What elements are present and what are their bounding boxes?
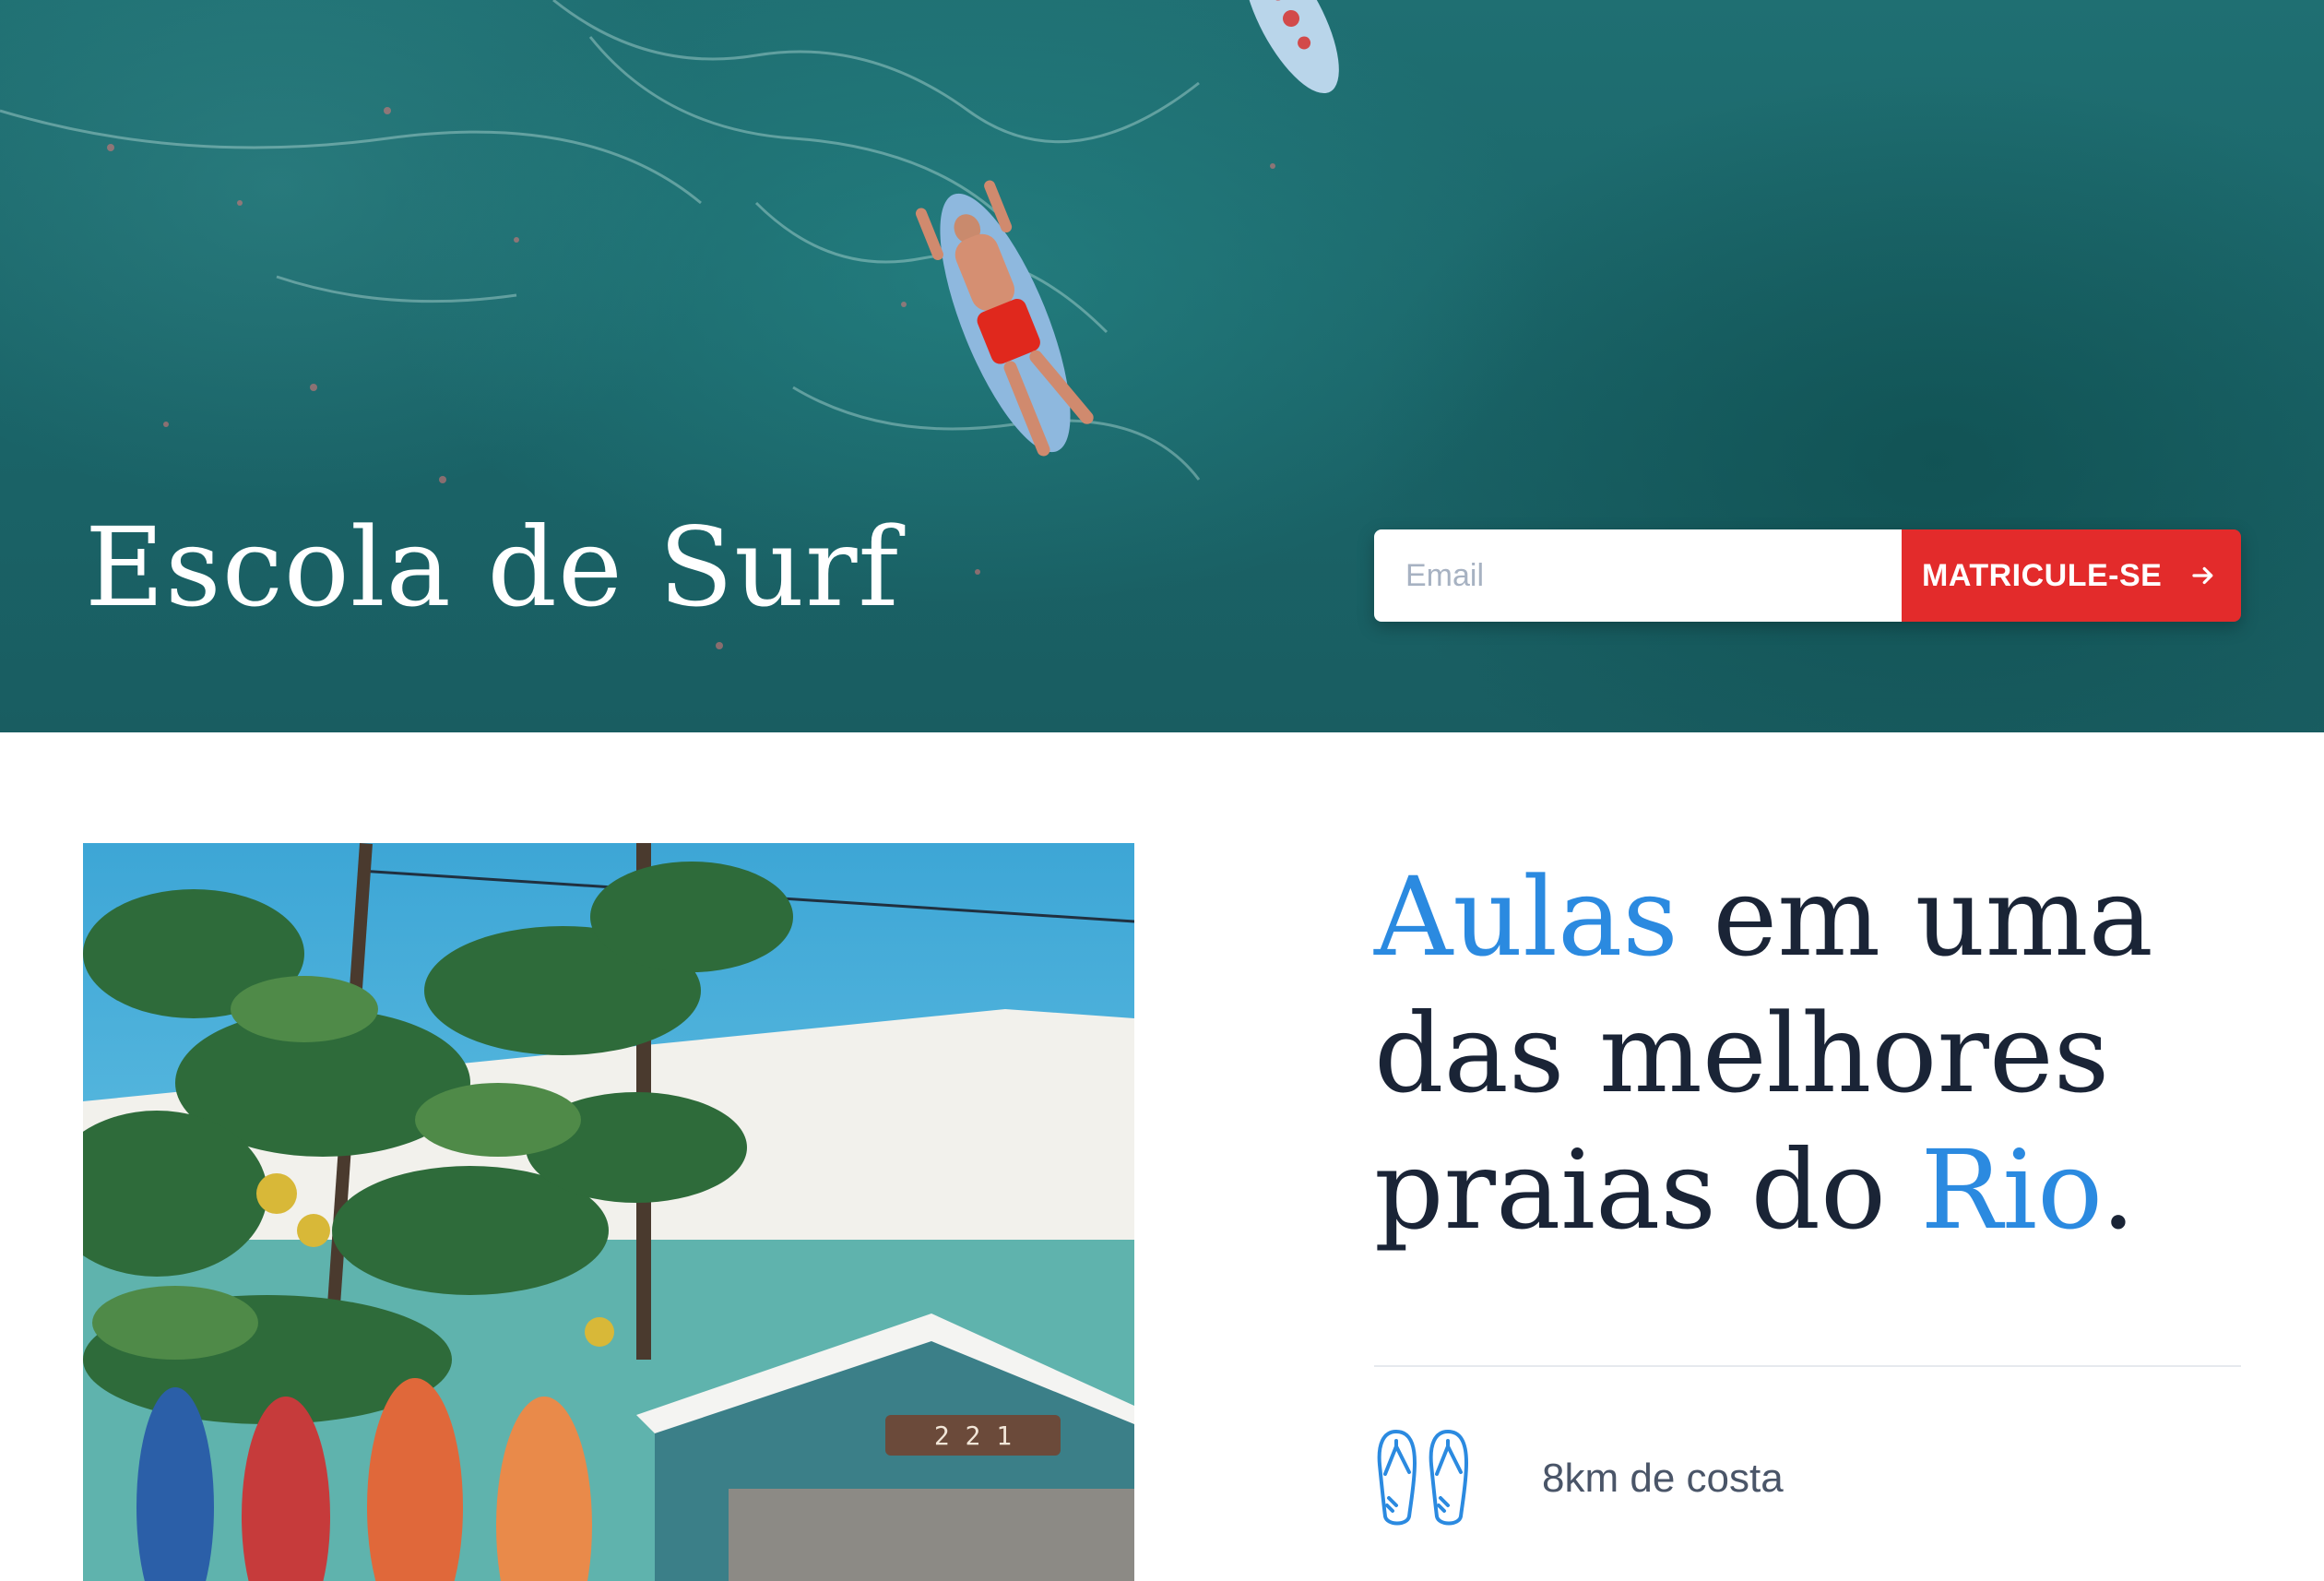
flip-flops-icon xyxy=(1377,1430,1468,1526)
arrow-right-icon xyxy=(2192,566,2213,585)
feature-label: 8km de costa xyxy=(1542,1456,1784,1501)
hero-title: Escola de Surf xyxy=(85,504,900,631)
headline-accent-aulas: Aulas xyxy=(1374,853,1678,981)
feature-item-coastline: 8km de costa xyxy=(1374,1428,1784,1529)
intro-headline: Aulas em uma das melhores praias do Rio. xyxy=(1374,849,2296,1258)
signup-button-label: MATRICULE-SE xyxy=(1922,557,2163,593)
section-divider xyxy=(1374,1365,2241,1367)
house-number: 2 2 1 xyxy=(934,1421,1012,1451)
signup-form: MATRICULE-SE xyxy=(1374,529,2241,622)
signup-button[interactable]: MATRICULE-SE xyxy=(1902,529,2241,622)
email-input[interactable] xyxy=(1374,529,1902,622)
headline-accent-rio: Rio xyxy=(1920,1126,2102,1254)
surf-shop-photo: 2 2 1 xyxy=(83,843,1134,1581)
hero-banner: Escola de Surf MATRICULE-SE xyxy=(0,0,2324,732)
surf-shop-illustration: 2 2 1 xyxy=(83,843,1134,1581)
headline-period: . xyxy=(2101,1126,2136,1254)
